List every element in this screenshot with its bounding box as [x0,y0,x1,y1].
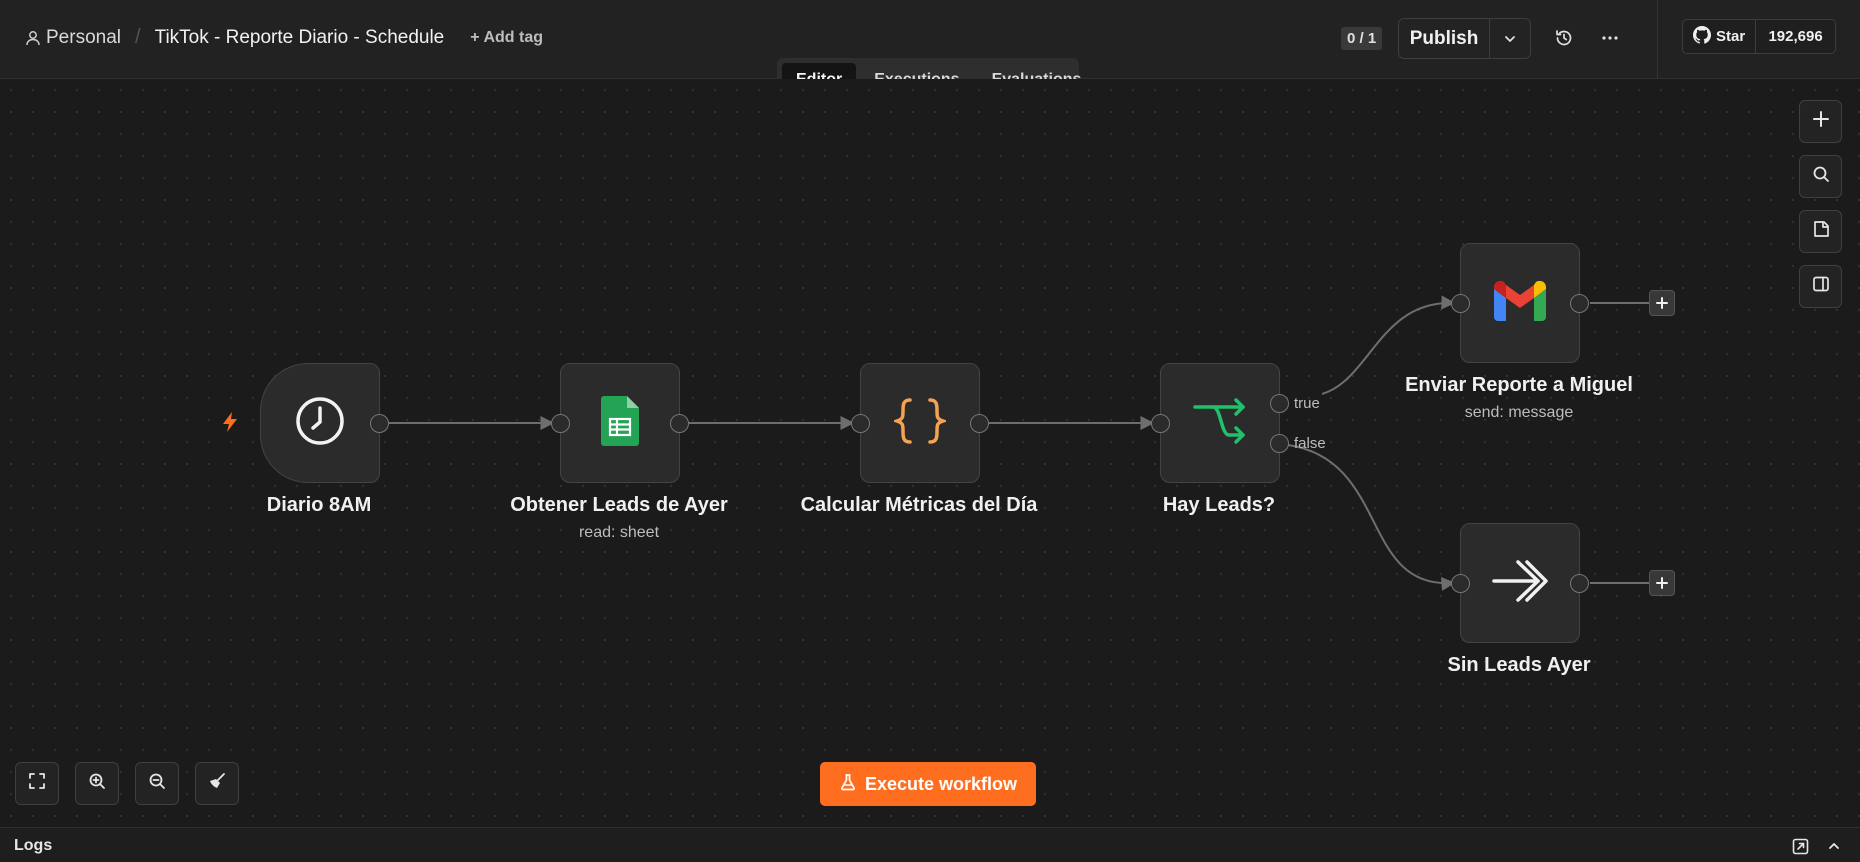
gmail-icon [1494,280,1546,326]
github-star-count: 192,696 [1768,28,1823,45]
breadcrumb-separator: / [135,26,141,48]
logs-label: Logs [14,837,53,854]
input-handle[interactable] [1451,294,1470,313]
output-handle[interactable] [370,414,389,433]
fit-view-button[interactable] [15,762,59,805]
tidy-up-button[interactable] [195,762,239,805]
fit-view-icon [28,772,46,795]
toggle-panel-button[interactable] [1799,265,1842,308]
trigger-bolt-icon [221,411,239,438]
no-op-arrow-icon [1492,559,1548,608]
header-divider [1657,0,1658,79]
add-node-button[interactable] [1799,100,1842,143]
zoom-in-button[interactable] [75,762,119,805]
chevron-up-icon[interactable] [1824,836,1844,856]
zoom-out-icon [148,772,166,795]
branch-label-false: false [1294,435,1326,452]
execute-workflow-label: Execute workflow [864,773,1018,794]
node-label-trigger: Diario 8AM [266,494,372,516]
search-icon [1812,165,1830,188]
search-nodes-button[interactable] [1799,155,1842,198]
output-handle[interactable] [1570,294,1589,313]
user-icon [24,29,42,47]
google-sheets-icon [601,395,639,451]
branch-label-true: true [1294,395,1320,412]
node-label-sheets: Obtener Leads de Ayer [510,494,728,516]
publish-group: Publish [1398,18,1531,59]
node-label-noop: Sin Leads Ayer [1447,654,1591,676]
true-output-handle[interactable] [1270,394,1289,413]
input-handle[interactable] [1451,574,1470,593]
active-version-counter[interactable]: 0 / 1 [1341,27,1383,50]
plus-icon [1812,110,1830,133]
github-star-label: Star [1716,28,1746,45]
node-schedule-trigger[interactable] [260,363,389,483]
logs-panel-bar[interactable]: Logs [0,827,1860,862]
node-if[interactable] [1151,363,1289,483]
node-label-code: Calcular Métricas del Día [800,494,1038,516]
node-subtitle-gmail: send: message [1464,404,1574,421]
node-gmail[interactable] [1451,243,1589,363]
chevron-down-icon[interactable] [1490,19,1530,58]
pop-out-icon[interactable] [1790,836,1810,856]
add-node-after-gmail-button[interactable] [1649,290,1675,316]
more-options-icon[interactable] [1598,26,1622,50]
sidebar-panel-icon [1812,275,1830,298]
output-handle[interactable] [970,414,989,433]
add-tag-button[interactable]: + Add tag [470,29,543,47]
false-output-handle[interactable] [1270,434,1289,453]
node-label-gmail: Enviar Reporte a Miguel [1405,374,1633,396]
add-node-after-noop-button[interactable] [1649,570,1675,596]
node-no-op[interactable] [1451,523,1589,643]
github-star-button[interactable]: Star [1683,20,1757,53]
input-handle[interactable] [551,414,570,433]
node-code[interactable] [851,363,989,483]
node-subtitle-sheets: read: sheet [578,524,660,541]
node-label-if: Hay Leads? [1162,494,1276,516]
output-handle[interactable] [1570,574,1589,593]
workflow-title[interactable]: TikTok - Reporte Diario - Schedule [155,27,445,49]
execute-workflow-button[interactable]: Execute workflow [820,762,1036,806]
broom-icon [208,772,226,795]
github-icon [1693,25,1712,48]
node-google-sheets[interactable] [551,363,689,483]
github-star-widget[interactable]: Star 192,696 [1682,19,1836,54]
flask-icon [839,773,857,796]
input-handle[interactable] [1151,414,1170,433]
zoom-in-icon [88,772,106,795]
history-icon[interactable] [1552,26,1576,50]
breadcrumb: Personal / TikTok - Reporte Diario - Sch… [24,26,543,49]
sticky-note-button[interactable] [1799,210,1842,253]
sticky-note-icon [1812,220,1830,243]
branch-icon [1193,397,1247,450]
zoom-out-button[interactable] [135,762,179,805]
output-handle[interactable] [670,414,689,433]
code-braces-icon [891,397,949,450]
publish-button[interactable]: Publish [1399,19,1490,58]
project-link[interactable]: Personal [46,27,121,49]
clock-icon [294,395,346,452]
input-handle[interactable] [851,414,870,433]
